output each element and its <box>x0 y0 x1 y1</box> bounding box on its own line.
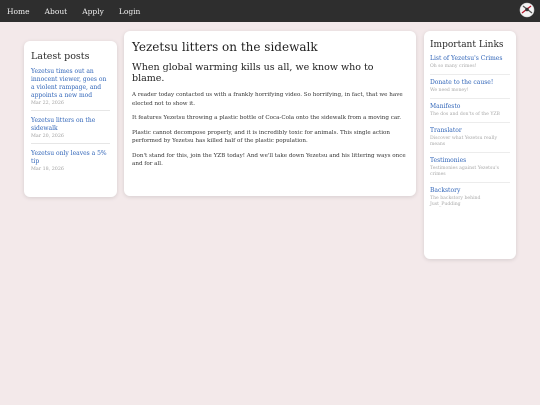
link-title[interactable]: Translator <box>430 127 510 135</box>
important-links-heading: Important Links <box>430 40 504 50</box>
nav-about-link[interactable]: About <box>45 7 68 16</box>
post-date: Mar 20, 2026 <box>31 134 64 139</box>
link-description: Testimonies against Yezetsu's crimes <box>430 166 499 177</box>
post-link[interactable]: Yezetsu times out an innocent viewer, go… <box>31 68 110 100</box>
post-list-item: Yezetsu only leaves a 5% tip Mar 18, 202… <box>31 150 110 176</box>
link-list-item: Manifesto The dos and don'ts of the YZB <box>430 103 510 123</box>
link-description: Oh so many crimes! <box>430 64 477 69</box>
article-title: Yezetsu litters on the sidewalk <box>132 40 318 54</box>
article-paragraph: Plastic cannot decompose properly, and i… <box>132 129 390 145</box>
important-links-panel: Important Links List of Yezetsu's Crimes… <box>424 31 516 259</box>
link-list-item: Backstory The backstory behind Just_Pudd… <box>430 187 510 212</box>
link-list-item: Donate to the cause! We need money! <box>430 79 510 99</box>
link-title[interactable]: Backstory <box>430 187 510 195</box>
link-list-item: Testimonies Testimonies against Yezetsu'… <box>430 157 510 183</box>
article-subtitle: When global warming kills us all, we kno… <box>132 62 374 84</box>
post-date: Mar 18, 2026 <box>31 167 64 172</box>
post-date: Mar 22, 2026 <box>31 101 64 106</box>
link-description: The dos and don'ts of the YZB <box>430 112 500 117</box>
link-description: The backstory behind Just_Pudding <box>430 196 481 207</box>
link-title[interactable]: List of Yezetsu's Crimes <box>430 55 510 63</box>
article-paragraph: A reader today contacted us with a frank… <box>132 92 403 107</box>
nav-apply-link[interactable]: Apply <box>82 7 104 16</box>
post-list-item: Yezetsu times out an innocent viewer, go… <box>31 68 110 111</box>
latest-posts-panel: Latest posts Yezetsu times out an innoce… <box>24 41 117 197</box>
post-link[interactable]: Yezetsu litters on the sidewalk <box>31 117 110 133</box>
link-description: Discover what Yezetsu really means <box>430 136 498 147</box>
link-title[interactable]: Donate to the cause! <box>430 79 510 87</box>
latest-posts-heading: Latest posts <box>31 51 90 62</box>
link-list-item: List of Yezetsu's Crimes Oh so many crim… <box>430 55 510 75</box>
link-title[interactable]: Testimonies <box>430 157 510 165</box>
link-list-item: Translator Discover what Yezetsu really … <box>430 127 510 153</box>
post-list-item: Yezetsu litters on the sidewalk Mar 20, … <box>31 117 110 144</box>
article-paragraph: It features Yezetsu throwing a plastic b… <box>132 115 401 121</box>
link-title[interactable]: Manifesto <box>430 103 510 111</box>
top-navbar: Home About Apply Login <box>0 0 540 22</box>
nav-home-link[interactable]: Home <box>7 7 30 16</box>
nav-login-link[interactable]: Login <box>119 7 141 16</box>
article-paragraph: Don't stand for this, join the YZB today… <box>132 152 406 168</box>
link-description: We need money! <box>430 88 469 93</box>
post-link[interactable]: Yezetsu only leaves a 5% tip <box>31 150 110 166</box>
crossed-swords-emblem-icon[interactable] <box>519 2 535 18</box>
article-panel: Yezetsu litters on the sidewalk When glo… <box>124 31 416 196</box>
